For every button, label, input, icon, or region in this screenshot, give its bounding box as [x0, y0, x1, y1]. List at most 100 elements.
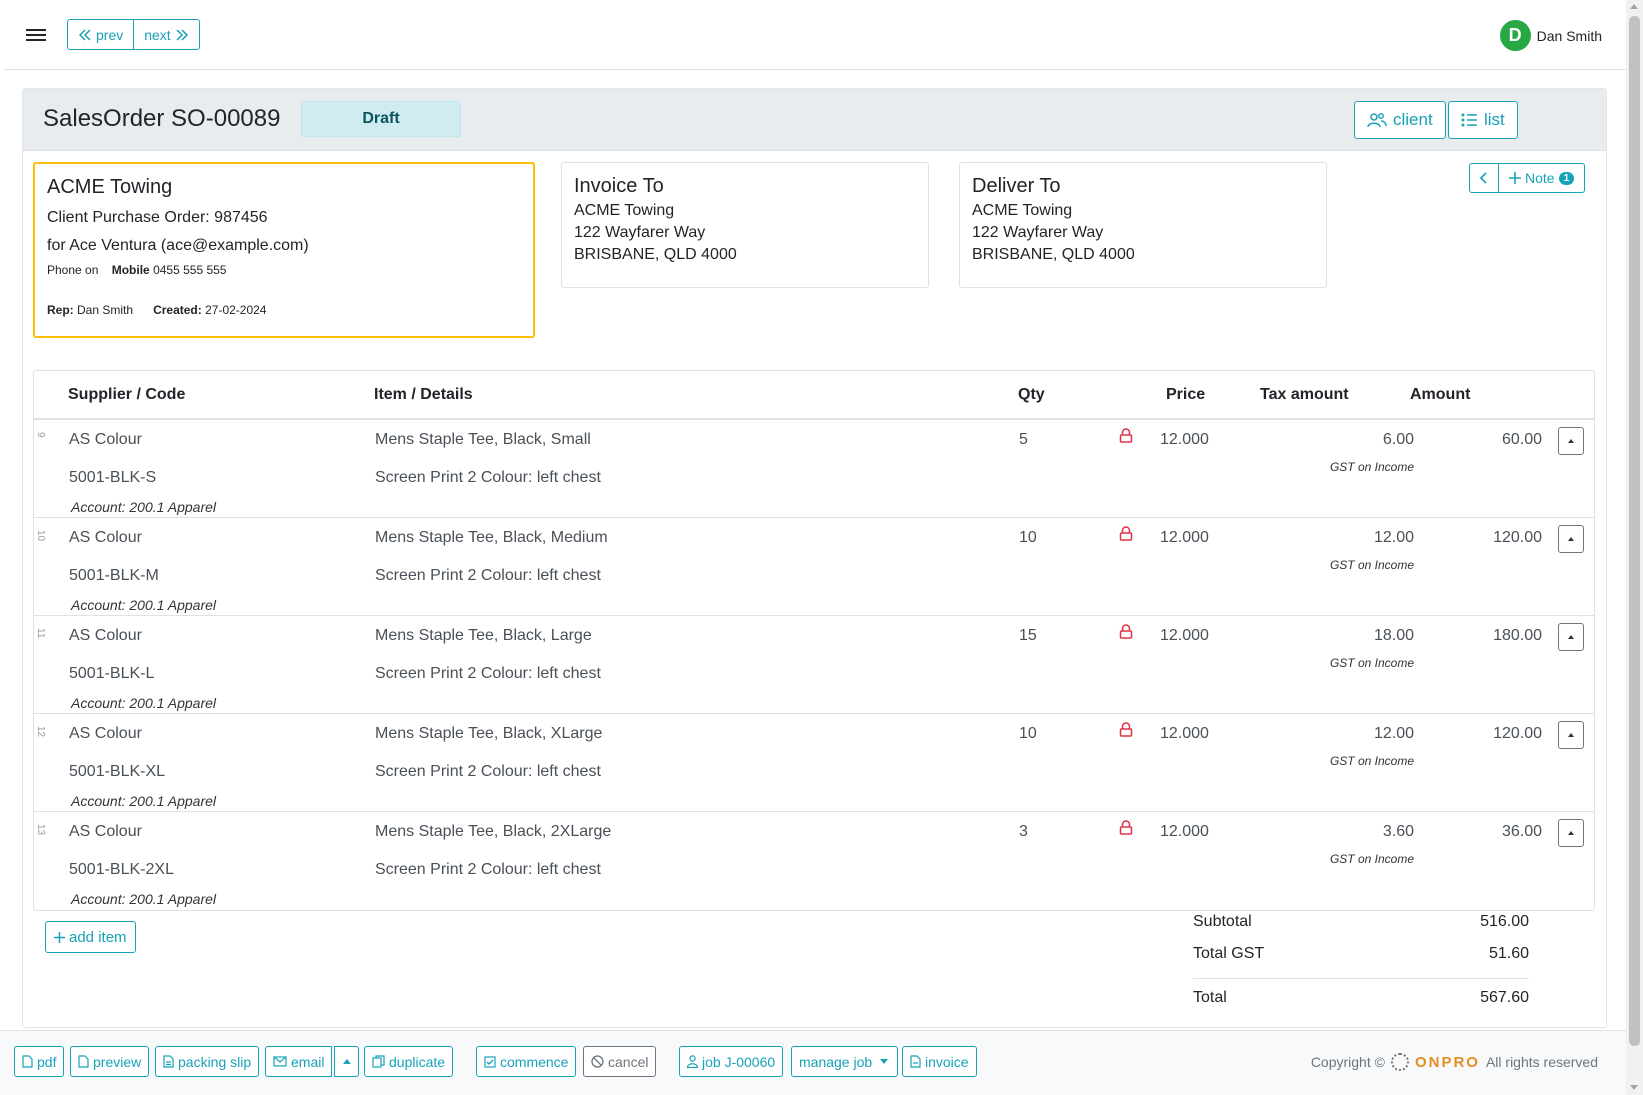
client-meta: Rep: Dan Smith Created: 27-02-2024: [47, 303, 521, 317]
table-row[interactable]: 13 AS Colour 5001-BLK-2XL Account: 200.1 Ap…: [34, 812, 1594, 910]
copyright-suffix: All rights reserved: [1485, 1054, 1598, 1070]
total-value: 567.60: [1480, 989, 1529, 1006]
menu-icon[interactable]: [26, 26, 46, 46]
invoice-to-line: ACME Towing: [574, 202, 675, 219]
packing-slip-button[interactable]: packing slip: [155, 1046, 260, 1077]
row-expand-button[interactable]: [1558, 819, 1584, 847]
job-button[interactable]: job J-00060: [679, 1046, 784, 1077]
row-tax: 18.00: [1373, 627, 1414, 644]
row-index: 13: [35, 824, 46, 836]
table-row[interactable]: 9 AS Colour 5001-BLK-S Account: 200.1 Appar…: [34, 420, 1594, 518]
sales-order-card: SalesOrder SO-00089 Draft client list AC…: [22, 88, 1607, 1028]
lock-icon: [1119, 526, 1133, 541]
lock-icon: [1119, 722, 1133, 737]
preview-button[interactable]: preview: [70, 1046, 150, 1077]
table-row[interactable]: 11 AS Colour 5001-BLK-L Account: 200.1 Appa…: [34, 616, 1594, 714]
totals-divider: [1193, 978, 1529, 979]
row-expand-button[interactable]: [1558, 427, 1584, 455]
row-details: Screen Print 2 Colour: left chest: [375, 567, 601, 584]
users-icon: [1367, 113, 1387, 128]
lock-icon: [1119, 428, 1133, 443]
email-dropdown-toggle[interactable]: [334, 1046, 359, 1077]
client-button[interactable]: client: [1354, 101, 1446, 139]
row-expand-button[interactable]: [1558, 623, 1584, 651]
gst-value: 51.60: [1488, 945, 1529, 962]
row-expand-button[interactable]: [1558, 721, 1584, 749]
list-button[interactable]: list: [1448, 101, 1518, 139]
caret-up-icon: [1568, 537, 1574, 541]
add-item-button[interactable]: add item: [45, 921, 136, 953]
row-price-lock[interactable]: [1119, 526, 1133, 541]
row-qty: 10: [1019, 725, 1037, 742]
table-header: Supplier / Code Item / Details Qty Price…: [34, 371, 1594, 420]
brand-logo-icon: [1390, 1053, 1409, 1071]
prev-label: prev: [96, 26, 124, 43]
page-scrollbar[interactable]: [1626, 0, 1643, 1095]
row-code: 5001-BLK-2XL: [69, 861, 174, 878]
note-label: Note: [1525, 170, 1555, 186]
packing-slip-label: packing slip: [178, 1053, 252, 1070]
check-square-icon: [484, 1055, 496, 1068]
page-title: SalesOrder SO-00089: [43, 105, 281, 132]
next-button[interactable]: next: [134, 19, 200, 50]
row-tax-label: GST on Income: [1329, 558, 1414, 572]
row-price-lock[interactable]: [1119, 624, 1133, 639]
row-price-lock[interactable]: [1119, 722, 1133, 737]
pdf-button[interactable]: pdf: [14, 1046, 65, 1077]
row-item: Mens Staple Tee, Black, XLarge: [375, 725, 603, 742]
file-icon: [78, 1055, 89, 1068]
prev-button[interactable]: prev: [67, 19, 135, 50]
row-tax: 6.00: [1382, 431, 1414, 448]
caret-up-icon: [1568, 831, 1574, 835]
row-index: 11: [35, 628, 46, 639]
duplicate-label: duplicate: [389, 1053, 446, 1070]
row-code: 5001-BLK-M: [69, 567, 159, 584]
duplicate-button[interactable]: duplicate: [364, 1046, 454, 1077]
row-price-lock[interactable]: [1119, 428, 1133, 443]
copy-icon: [372, 1055, 385, 1068]
line-items-table: Supplier / Code Item / Details Qty Price…: [33, 370, 1595, 911]
client-contact: for Ace Ventura (ace@example.com): [47, 237, 309, 254]
user-menu[interactable]: D Dan Smith: [1499, 20, 1602, 51]
scrollbar-thumb[interactable]: [1629, 16, 1640, 1046]
deliver-to-line: 122 Wayfarer Way: [972, 224, 1104, 241]
note-collapse-button[interactable]: [1469, 163, 1499, 193]
row-tax-label: GST on Income: [1329, 852, 1414, 866]
scroll-down-arrow-icon[interactable]: [1630, 1085, 1638, 1090]
row-price-lock[interactable]: [1119, 820, 1133, 835]
manage-job-dropdown[interactable]: manage job: [791, 1046, 899, 1077]
phone-label: Phone on: [47, 263, 99, 277]
add-note-button[interactable]: Note 1: [1499, 163, 1586, 193]
row-details: Screen Print 2 Colour: left chest: [375, 861, 601, 878]
scroll-up-arrow-icon[interactable]: [1630, 4, 1638, 9]
client-purchase-order: Client Purchase Order: 987456: [47, 209, 268, 226]
commence-button[interactable]: commence: [476, 1046, 577, 1077]
plus-icon: [54, 931, 65, 943]
table-row[interactable]: 12 AS Colour 5001-BLK-XL Account: 200.1 App…: [34, 714, 1594, 812]
lock-icon: [1119, 820, 1133, 835]
row-supplier: AS Colour: [69, 431, 142, 448]
copyright: Copyright © ONPRO All rights reserved: [1311, 1053, 1598, 1071]
row-tax: 12.00: [1373, 725, 1414, 742]
invoice-button[interactable]: invoice: [902, 1046, 977, 1077]
invoice-to-line: 122 Wayfarer Way: [574, 224, 706, 241]
email-label: email: [291, 1053, 325, 1070]
row-account: Account: 200.1 Apparel: [71, 891, 217, 907]
table-row[interactable]: 10 AS Colour 5001-BLK-M Account: 200.1 Appa…: [34, 518, 1594, 616]
cancel-button[interactable]: cancel: [583, 1046, 657, 1077]
total-label: Total: [1193, 989, 1227, 1006]
row-price: 12.000: [1160, 529, 1209, 546]
caret-up-icon: [1568, 733, 1574, 737]
cancel-label: cancel: [608, 1053, 649, 1070]
col-item-details: Item / Details: [374, 386, 473, 403]
row-expand-button[interactable]: [1558, 525, 1584, 553]
col-tax-amount: Tax amount: [1260, 386, 1349, 403]
row-item: Mens Staple Tee, Black, Medium: [375, 529, 608, 546]
row-amount: 180.00: [1493, 627, 1542, 644]
row-code: 5001-BLK-S: [69, 469, 157, 486]
avatar: D: [1499, 20, 1531, 51]
row-account: Account: 200.1 Apparel: [71, 793, 217, 809]
email-button[interactable]: email: [265, 1046, 333, 1077]
row-account: Account: 200.1 Apparel: [71, 695, 217, 711]
job-label: job J-00060: [702, 1053, 776, 1070]
